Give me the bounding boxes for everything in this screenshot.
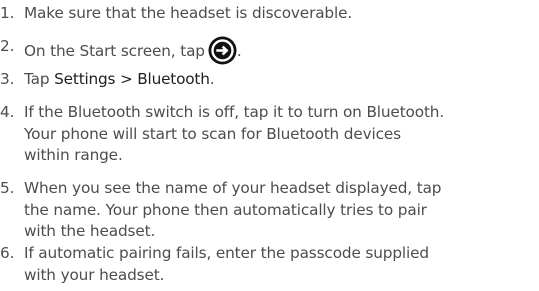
step-text: If automatic pairing fails, enter the pa… xyxy=(24,243,429,286)
step-line: with your headset. xyxy=(24,265,165,284)
step-text: On the Start screen, tap . xyxy=(24,36,242,65)
step-number: 1. xyxy=(0,4,15,22)
step-number: 3. xyxy=(0,70,15,88)
step-line: Your phone will start to scan for Blueto… xyxy=(24,124,401,143)
step-number: 4. xyxy=(0,103,15,121)
step-line: If the Bluetooth switch is off, tap it t… xyxy=(24,103,445,121)
step-line: When you see the name of your headset di… xyxy=(24,179,442,197)
arrow-right-circle-icon xyxy=(208,36,237,65)
step-text: Tap Settings > Bluetooth. xyxy=(24,69,215,91)
step-line: with the headset. xyxy=(24,222,156,240)
step-number: 2. xyxy=(0,37,15,55)
step-text: Make sure that the headset is discoverab… xyxy=(24,3,352,25)
settings-menu-path: Settings > Bluetooth xyxy=(54,70,210,88)
step-text: If the Bluetooth switch is off, tap it t… xyxy=(24,102,444,167)
step-text-before: Tap xyxy=(24,70,55,88)
step-text-before-icon: On the Start screen, tap xyxy=(24,42,205,60)
step-text-after-icon: . xyxy=(236,42,242,60)
step-line: the name. Your phone then automatically … xyxy=(24,200,427,219)
step-line: Make sure that the headset is discoverab… xyxy=(24,4,353,22)
step-number: 5. xyxy=(0,179,15,197)
step-line: If automatic pairing fails, enter the pa… xyxy=(24,244,429,262)
step-line: within range. xyxy=(24,146,123,164)
step-text: When you see the name of your headset di… xyxy=(24,178,442,243)
step-text-after: . xyxy=(209,70,215,88)
step-number: 6. xyxy=(0,244,15,262)
